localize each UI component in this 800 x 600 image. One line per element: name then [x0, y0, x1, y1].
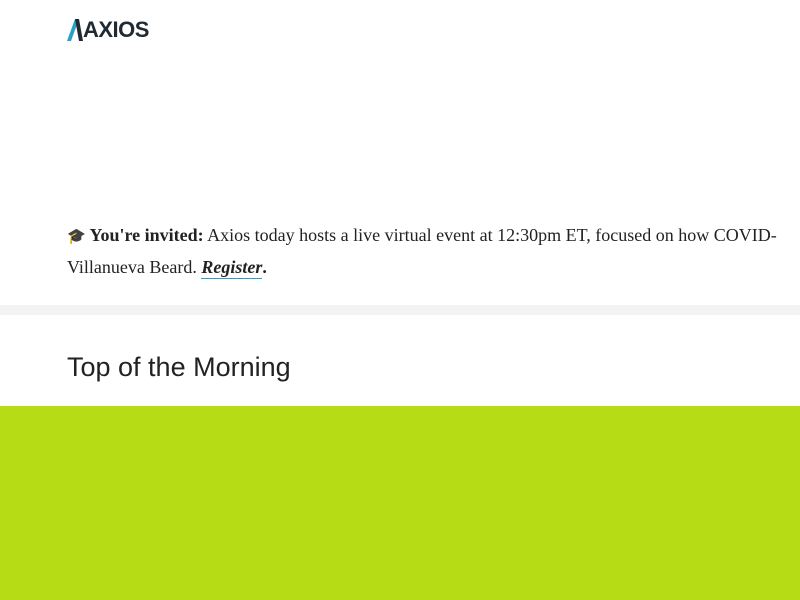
email-page: AXIOS 🎓 You're invited: Axios today host… — [0, 0, 800, 600]
header: AXIOS — [0, 0, 800, 200]
graduation-cap-icon: 🎓 — [67, 229, 86, 245]
invite-line-1: 🎓 You're invited: Axios today hosts a li… — [67, 221, 800, 253]
register-link[interactable]: Register — [201, 256, 263, 279]
event-invite: 🎓 You're invited: Axios today hosts a li… — [67, 221, 800, 282]
axios-logo-mark-icon — [67, 19, 83, 41]
invite-line-2: Villanueva Beard. Register. — [67, 253, 800, 283]
axios-logo[interactable]: AXIOS — [67, 19, 149, 41]
invite-text-line2: Villanueva Beard. — [67, 256, 202, 277]
section-divider — [0, 305, 800, 315]
section-title: Top of the Morning — [67, 352, 291, 382]
invite-lead: You're invited: — [89, 225, 204, 245]
hero-image — [0, 406, 800, 600]
invite-end-punct: . — [262, 256, 267, 277]
invite-text-line1: Axios today hosts a live virtual event a… — [203, 225, 777, 245]
logo-text: AXIOS — [83, 17, 149, 42]
